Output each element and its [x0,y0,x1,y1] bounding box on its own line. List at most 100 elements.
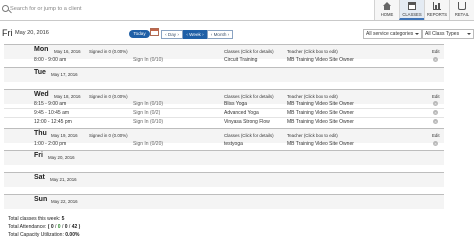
attendance-open: ( [47,224,50,230]
sign-in-link[interactable]: Sign In (0/10) [133,101,163,107]
remove-class-icon[interactable]: × [433,110,438,115]
edit-column-header: Edit [432,133,440,138]
class-time: 9:45 - 10:45 am [34,110,70,116]
calendar-picker-icon[interactable] [150,28,159,36]
class-time: 1:00 - 2:00 pm [34,141,67,147]
class-time: 8:15 - 9:00 am [34,101,67,107]
class-name-link[interactable]: Circuit Training [224,57,257,63]
current-weekday: Fri [2,28,13,38]
teacher-name[interactable]: MB Training Video Site Owner [287,110,354,116]
class-name-link[interactable]: Bliss Yoga [224,101,247,107]
class-name-link[interactable]: testyoga [224,141,243,147]
home-icon [383,2,391,10]
day-header-sun: Sun May 22, 2016 [4,194,444,209]
week-view-toggle[interactable]: ‹ Week › [183,30,207,39]
day-signed-in: Signed in 0 (0.00%) [89,94,128,99]
classes-column-header: Classes (Click for details) [224,49,274,54]
calendar-icon [408,2,416,10]
day-date: May 19, 2016 [51,133,78,138]
day-view-toggle[interactable]: ‹ Day › [161,30,183,39]
capacity-value: 0.00% [65,232,80,238]
remove-class-icon[interactable]: × [433,141,438,146]
remove-class-icon[interactable]: × [433,57,438,62]
search-input[interactable] [10,3,210,15]
day-signed-in: Signed in 0 (0.00%) [89,49,128,54]
capacity-utilization: Total Capacity Utilization: 0.00% [8,232,79,238]
class-row: 8:15 - 9:00 am Sign In (0/10) Bliss Yoga… [4,101,444,109]
teacher-name[interactable]: MB Training Video Site Owner [287,141,354,147]
nav-label: HOME [380,12,394,17]
service-category-value: All service categories [366,31,414,37]
total-attendance: Total Attendance: ( 0 / 0 / 0 / 42 ) [8,224,80,230]
day-header-fri: Fri May 20, 2016 [4,150,444,165]
teacher-name[interactable]: MB Training Video Site Owner [287,119,354,125]
month-view-toggle[interactable]: ‹ Month › [207,30,233,39]
nav-label: CLASSES [402,12,422,17]
current-date: May 20, 2016 [15,30,49,36]
remove-class-icon[interactable]: × [433,101,438,106]
service-category-select[interactable]: All service categories [363,29,422,39]
weekday-label: Wed [34,91,49,98]
classes-column-header: Classes (Click for details) [224,94,274,99]
attendance-close: ) [78,224,81,230]
sign-in-link[interactable]: Sign In (0/20) [133,141,163,147]
main-nav: HOME CLASSES REPORTS RETAIL [374,0,474,20]
sign-in-link[interactable]: Sign In (0/10) [133,119,163,125]
teacher-name[interactable]: MB Training Video Site Owner [287,101,354,107]
remove-class-icon[interactable]: × [433,119,438,124]
class-type-select[interactable]: All Class Types [422,29,474,39]
nav-home[interactable]: HOME [374,0,399,20]
day-date: May 18, 2016 [54,94,81,99]
retail-icon [458,2,466,10]
edit-column-header: Edit [432,94,440,99]
day-date: May 16, 2016 [54,49,81,54]
day-header-tue: Tue May 17, 2016 [4,67,444,82]
chevron-down-icon [415,33,419,35]
total-attendance-label: Total Attendance: [8,224,47,230]
top-bar: HOME CLASSES REPORTS RETAIL [0,0,474,21]
attendance-value-a: 0 [50,224,54,230]
nav-label: REPORTS [426,12,448,17]
edit-column-header: Edit [432,49,440,54]
nav-classes[interactable]: CLASSES [399,0,424,20]
weekday-label: Mon [34,46,49,53]
classes-column-header: Classes (Click for details) [224,133,274,138]
chevron-down-icon [467,33,471,35]
reports-icon [433,2,441,10]
day-header-sat: Sat May 21, 2016 [4,172,444,187]
teacher-column-header: Teacher (Click box to edit) [287,133,338,138]
nav-label: RETAIL [454,12,470,17]
class-name-link[interactable]: Vinyasa Strong Flow [224,119,270,125]
today-button[interactable]: Today [129,30,150,38]
sign-in-link[interactable]: Sign In (0/2) [133,110,160,116]
weekday-label: Thu [34,130,47,137]
weekday-label: Fri [34,152,43,159]
search-icon [2,5,9,12]
attendance-sep: / [61,224,64,230]
class-row: 9:45 - 10:45 am Sign In (0/2) Advanced Y… [4,110,444,118]
day-date: May 22, 2016 [51,199,78,204]
weekday-label: Sat [34,174,45,181]
client-search[interactable] [0,2,368,18]
class-row: 12:00 - 12:45 pm Sign In (0/10) Vinyasa … [4,119,444,126]
class-type-value: All Class Types [425,31,460,37]
total-classes: Total classes this week: 5 [8,216,64,222]
attendance-value-b: 0 [57,224,61,230]
class-name-link[interactable]: Advanced Yoga [224,110,259,116]
day-date: May 17, 2016 [51,72,78,77]
capacity-label: Total Capacity Utilization: [8,232,64,238]
attendance-value-d: 42 [71,224,78,230]
weekday-label: Tue [34,69,46,76]
day-signed-in: Signed in 0 (0.00%) [89,133,128,138]
weekday-label: Sun [34,196,48,203]
day-date: May 20, 2016 [48,155,75,160]
nav-retail[interactable]: RETAIL [449,0,474,20]
teacher-name[interactable]: MB Training Video Site Owner [287,57,354,63]
total-classes-label: Total classes this week: [8,216,61,222]
class-row: 1:00 - 2:00 pm Sign In (0/20) testyoga M… [4,141,444,148]
attendance-sep: / [68,224,71,230]
class-time: 12:00 - 12:45 pm [34,119,72,125]
sign-in-link[interactable]: Sign In (0/10) [133,57,163,63]
day-date: May 21, 2016 [50,177,77,182]
nav-reports[interactable]: REPORTS [424,0,449,20]
